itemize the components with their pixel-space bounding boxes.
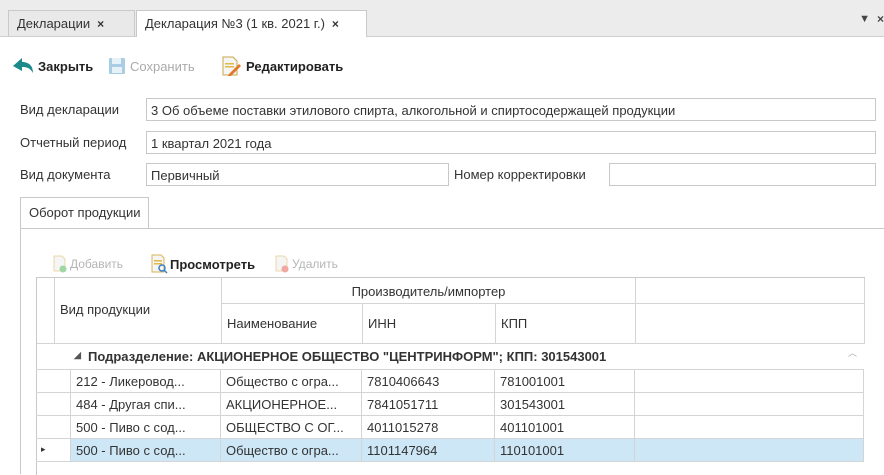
collapse-triangle-icon[interactable]: ◢ xyxy=(74,350,81,361)
cell-kpp[interactable]: 401101001 xyxy=(495,416,635,439)
cell-inn[interactable]: 1101147964 xyxy=(362,439,495,462)
column-group-header-producer: Производитель/импортер xyxy=(222,278,636,304)
close-button[interactable]: Закрыть xyxy=(12,55,93,77)
view-button[interactable]: Просмотреть xyxy=(150,254,255,274)
add-button-label: Добавить xyxy=(70,257,124,271)
doc-type-field[interactable]: Первичный xyxy=(146,163,449,186)
table-row[interactable]: 212 - Ликеровод... Общество с огра... 78… xyxy=(36,370,864,393)
close-window-icon[interactable]: × xyxy=(877,12,884,26)
cell-name[interactable]: АКЦИОНЕРНОЕ... xyxy=(221,393,362,416)
cell-extra xyxy=(635,393,864,416)
cell-product[interactable]: 500 - Пиво с сод... xyxy=(71,416,221,439)
tab-bar: Декларации × Декларация №3 (1 кв. 2021 г.… xyxy=(0,0,884,37)
delete-button[interactable]: Удалить xyxy=(274,254,338,274)
column-header-kpp[interactable]: КПП xyxy=(496,304,636,344)
cell-inn[interactable]: 7841051711 xyxy=(362,393,495,416)
toolbar: Закрыть Сохранить Редактировать xyxy=(0,37,884,91)
close-tab-icon[interactable]: × xyxy=(332,17,339,31)
tab-list-dropdown-icon[interactable]: ▼ xyxy=(859,13,870,25)
correction-field[interactable] xyxy=(609,163,876,186)
cell-product[interactable]: 212 - Ликеровод... xyxy=(71,370,221,393)
column-header-extra xyxy=(636,304,865,344)
tab-declaration-3[interactable]: Декларация №3 (1 кв. 2021 г.) × xyxy=(136,10,367,37)
doc-type-label: Вид документа xyxy=(20,167,111,182)
table-row[interactable]: 500 - Пиво с сод... ОБЩЕСТВО С ОГ... 401… xyxy=(36,416,864,439)
table-row[interactable]: 484 - Другая спи... АКЦИОНЕРНОЕ... 78410… xyxy=(36,393,864,416)
row-indicator xyxy=(36,393,71,416)
column-header-name[interactable]: Наименование xyxy=(222,304,363,344)
close-tab-icon[interactable]: × xyxy=(97,17,104,31)
decl-type-field[interactable]: 3 Об объеме поставки этилового спирта, а… xyxy=(146,98,876,121)
cell-product[interactable]: 500 - Пиво с сод... xyxy=(71,439,221,462)
edit-document-icon xyxy=(222,56,241,76)
table-row-selected[interactable]: ▸ 500 - Пиво с сод... Общество с огра...… xyxy=(36,439,864,462)
scroll-up-icon[interactable]: ︿ xyxy=(848,346,857,359)
correction-label: Номер корректировки xyxy=(454,167,586,182)
row-indicator xyxy=(36,370,71,393)
tab-label: Декларация №3 (1 кв. 2021 г.) xyxy=(145,16,325,31)
row-indicator xyxy=(36,416,71,439)
cell-extra xyxy=(635,439,864,462)
add-button[interactable]: Добавить xyxy=(52,254,123,274)
save-button-label: Сохранить xyxy=(130,58,195,74)
tab-label: Декларации xyxy=(17,16,91,31)
decl-type-label: Вид декларации xyxy=(20,102,120,117)
cell-extra xyxy=(635,416,864,439)
edit-button-label: Редактировать xyxy=(246,58,344,74)
delete-button-label: Удалить xyxy=(292,257,338,271)
cell-extra xyxy=(635,370,864,393)
view-button-label: Просмотреть xyxy=(170,256,256,272)
cell-product[interactable]: 484 - Другая спи... xyxy=(71,393,221,416)
add-document-icon xyxy=(53,255,67,273)
cell-name[interactable]: ОБЩЕСТВО С ОГ... xyxy=(221,416,362,439)
delete-document-icon xyxy=(275,255,289,273)
cell-name[interactable]: Общество с огра... xyxy=(221,439,362,462)
cell-name[interactable]: Общество с огра... xyxy=(221,370,362,393)
column-header-product[interactable]: Вид продукции xyxy=(55,278,222,344)
cell-kpp[interactable]: 110101001 xyxy=(495,439,635,462)
close-button-label: Закрыть xyxy=(38,58,94,74)
save-button[interactable]: Сохранить xyxy=(108,55,195,77)
row-indicator-header xyxy=(37,278,55,344)
back-arrow-icon xyxy=(13,58,33,73)
period-field[interactable]: 1 квартал 2021 года xyxy=(146,131,876,154)
group-row[interactable]: ◢ Подразделение: АКЦИОНЕРНОЕ ОБЩЕСТВО "Ц… xyxy=(36,343,864,370)
column-header-inn[interactable]: ИНН xyxy=(363,304,496,344)
cell-kpp[interactable]: 781001001 xyxy=(495,370,635,393)
group-row-label: Подразделение: АКЦИОНЕРНОЕ ОБЩЕСТВО "ЦЕН… xyxy=(88,349,607,364)
edit-button[interactable]: Редактировать xyxy=(220,55,343,77)
row-pointer-icon: ▸ xyxy=(36,439,71,462)
period-label: Отчетный период xyxy=(20,135,127,150)
tab-product-turnover[interactable]: Оборот продукции xyxy=(20,197,150,228)
cell-kpp[interactable]: 301543001 xyxy=(495,393,635,416)
tab-declarations[interactable]: Декларации × xyxy=(8,10,135,36)
floppy-disk-icon xyxy=(109,58,125,74)
cell-inn[interactable]: 7810406643 xyxy=(362,370,495,393)
column-group-header-empty xyxy=(636,278,865,304)
view-document-icon xyxy=(151,254,168,274)
cell-inn[interactable]: 4011015278 xyxy=(362,416,495,439)
